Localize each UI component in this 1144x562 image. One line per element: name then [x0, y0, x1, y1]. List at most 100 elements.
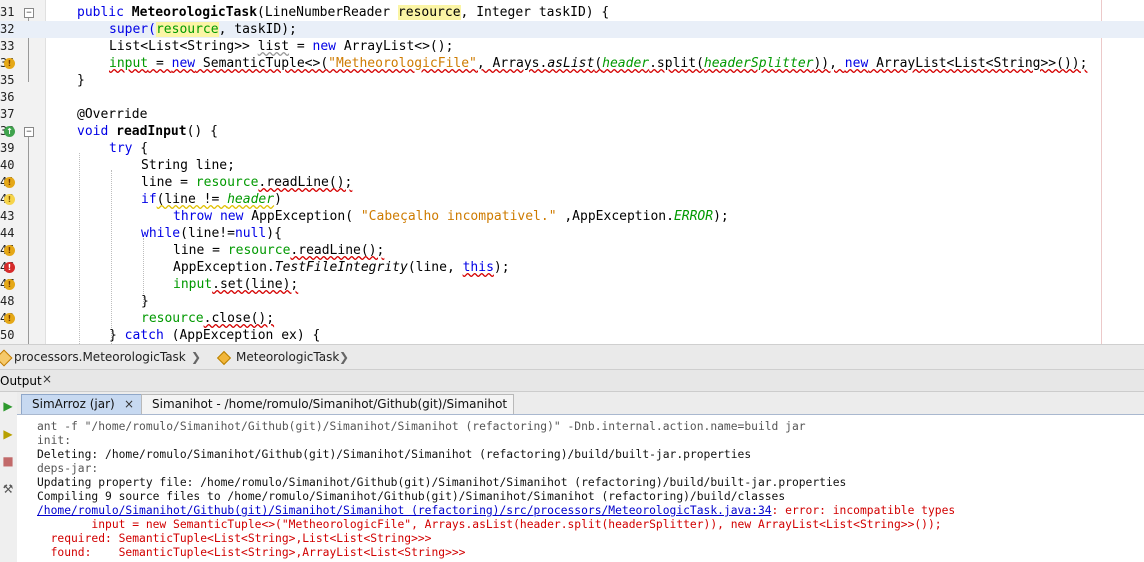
- code-token: resource: [155, 22, 219, 37]
- warning-hint-icon[interactable]: !: [4, 177, 15, 188]
- code-token: resource: [227, 243, 291, 258]
- code-line[interactable]: 47 ! input.set(line);: [0, 276, 1144, 293]
- code-token: TestFileIntegrity: [274, 260, 408, 275]
- code-token: .readLine();: [290, 243, 385, 258]
- line-number: 43: [0, 209, 14, 223]
- warning-hint-icon[interactable]: !: [4, 279, 15, 290]
- method-icon: [216, 350, 232, 365]
- code-token: asList: [547, 56, 595, 71]
- code-line[interactable]: 33 List<List<String>> list = new ArrayLi…: [0, 38, 1144, 55]
- console-error-line: /home/romulo/Simanihot/Github(git)/Siman…: [37, 504, 955, 518]
- line-number: 31: [0, 5, 14, 19]
- output-window-title[interactable]: Output: [0, 373, 42, 389]
- code-token: list: [257, 39, 290, 54]
- close-output-icon[interactable]: ×: [42, 372, 52, 386]
- code-line-current[interactable]: 32 super(resource, taskID);: [0, 21, 1144, 38]
- line-number: 48: [0, 294, 14, 308]
- code-line[interactable]: 48 }: [0, 293, 1144, 310]
- code-token: (AppException ex) {: [163, 328, 321, 343]
- code-token: (LineNumberReader: [257, 5, 398, 20]
- code-token: , Integer taskID) {: [460, 5, 610, 20]
- console-line: init:: [37, 434, 72, 447]
- code-token: if: [141, 192, 157, 207]
- code-line[interactable]: 43 throw new AppException( "Cabeçalho in…: [0, 208, 1144, 225]
- line-number: 37: [0, 107, 14, 121]
- code-line[interactable]: 35 }: [0, 72, 1144, 89]
- code-token: {: [132, 141, 149, 156]
- stop-icon[interactable]: ■: [1, 454, 15, 468]
- tab-simarroz[interactable]: SimArroz (jar) ×: [21, 394, 143, 414]
- code-token: readInput: [116, 124, 187, 139]
- error-icon[interactable]: !: [4, 262, 15, 273]
- code-token: line =: [141, 175, 196, 190]
- breadcrumb-class[interactable]: processors.MeteorologicTask: [0, 349, 186, 366]
- code-token: void: [77, 124, 117, 139]
- code-line[interactable]: 36: [0, 89, 1144, 106]
- breadcrumb-method-label: MeteorologicTask: [236, 350, 340, 364]
- code-token: ArrayList<List<String>>());: [868, 56, 1088, 71]
- code-line[interactable]: 37 @Override: [0, 106, 1144, 123]
- code-line[interactable]: 31 − public MeteorologicTask(LineNumberR…: [0, 4, 1144, 21]
- code-line[interactable]: 50 } catch (AppException ex) {: [0, 327, 1144, 344]
- code-token: .close();: [203, 311, 275, 326]
- code-line[interactable]: 38 ↑ − void readInput() {: [0, 123, 1144, 140]
- warning-hint-icon[interactable]: !: [4, 58, 15, 69]
- code-line[interactable]: 45 ! line = resource.readLine();: [0, 242, 1144, 259]
- close-tab-icon[interactable]: ×: [124, 395, 134, 414]
- output-console[interactable]: ant -f "/home/romulo/Simanihot/Github(gi…: [17, 415, 1144, 562]
- code-token: input: [109, 56, 149, 71]
- code-token: new: [219, 209, 244, 224]
- console-line: Updating property file: /home/romulo/Sim…: [37, 476, 847, 489]
- code-line[interactable]: 40 String line;: [0, 157, 1144, 174]
- code-token: =: [289, 39, 313, 54]
- console-line: required: SemanticTuple<List<String>,Lis…: [37, 532, 432, 545]
- code-token: line =: [173, 243, 228, 258]
- warning-hint-icon[interactable]: !: [4, 313, 15, 324]
- line-number: 44: [0, 226, 14, 240]
- code-token: while: [141, 226, 181, 241]
- fold-collapse-icon[interactable]: −: [24, 8, 34, 18]
- implements-method-icon[interactable]: ↑: [4, 126, 15, 137]
- fold-collapse-icon[interactable]: −: [24, 127, 34, 137]
- console-line: deps-jar:: [37, 462, 99, 475]
- output-tab-bar: SimArroz (jar) × Simanihot - /home/romul…: [17, 392, 1144, 415]
- console-line: found: SemanticTuple<List<String>,ArrayL…: [37, 546, 466, 559]
- console-line: Deleting: /home/romulo/Simanihot/Github(…: [37, 448, 752, 461]
- settings-icon[interactable]: ⚒: [1, 482, 15, 496]
- error-location-link[interactable]: /home/romulo/Simanihot/Github(git)/Siman…: [37, 504, 772, 517]
- code-token: =: [148, 56, 172, 71]
- breadcrumb-method[interactable]: MeteorologicTask: [216, 349, 340, 365]
- code-token: (line,: [407, 260, 463, 275]
- code-token: SemanticTuple<>(: [195, 56, 329, 71]
- output-toolbar: ▶ ▶ ■ ⚒: [0, 392, 18, 562]
- code-line[interactable]: 46 ! AppException.TestFileIntegrity(line…: [0, 259, 1144, 276]
- breadcrumb-separator-icon: ❯: [339, 350, 350, 364]
- code-token: .readLine();: [258, 175, 353, 190]
- code-token: try: [109, 141, 133, 156]
- code-token: () {: [186, 124, 218, 139]
- line-number: 32: [0, 22, 14, 36]
- line-number: 40: [0, 158, 14, 172]
- code-token: header: [227, 192, 275, 207]
- code-token: )),: [813, 56, 845, 71]
- tab-label: SimArroz (jar): [32, 397, 115, 411]
- code-line[interactable]: 42 ! if(line != header): [0, 191, 1144, 208]
- code-line[interactable]: 49 ! resource.close();: [0, 310, 1144, 327]
- code-token: MeteorologicTask: [131, 5, 258, 20]
- code-token: , Arrays.: [476, 56, 548, 71]
- code-line[interactable]: 41 ! line = resource.readLine();: [0, 174, 1144, 191]
- rerun-icon[interactable]: ▶: [1, 399, 15, 413]
- code-line[interactable]: 44 while(line!=null){: [0, 225, 1144, 242]
- line-number: 36: [0, 90, 14, 104]
- code-line[interactable]: 39 try {: [0, 140, 1144, 157]
- rerun-with-options-icon[interactable]: ▶: [1, 427, 15, 441]
- code-token: .split(: [649, 56, 704, 71]
- lightbulb-hint-icon[interactable]: !: [4, 194, 15, 205]
- code-token: headerSplitter: [703, 56, 814, 71]
- code-token: }: [109, 328, 125, 343]
- code-token: AppException.: [173, 260, 275, 275]
- code-editor[interactable]: 31 − public MeteorologicTask(LineNumberR…: [0, 0, 1144, 344]
- tab-simanihot[interactable]: Simanihot - /home/romulo/Simanihot/Githu…: [141, 394, 514, 414]
- code-line-error[interactable]: 34 ! input = new SemanticTuple<>("Metheo…: [0, 55, 1144, 72]
- warning-hint-icon[interactable]: !: [4, 245, 15, 256]
